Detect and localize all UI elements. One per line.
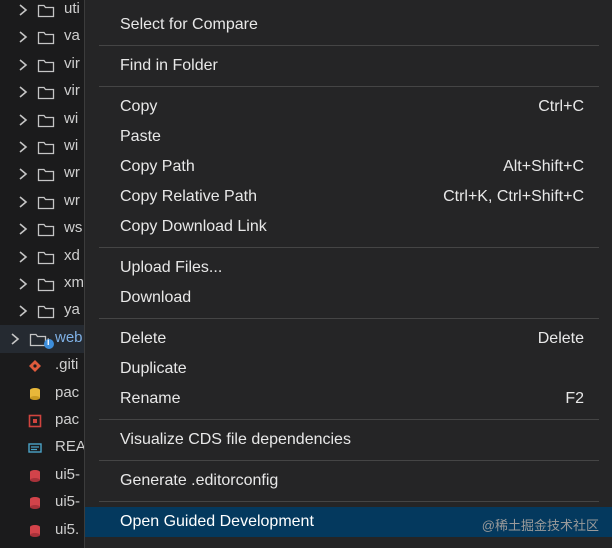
- menu-item-copy-download-link[interactable]: Copy Download Link: [85, 212, 612, 242]
- menu-item-delete[interactable]: Delete Delete: [85, 324, 612, 354]
- tree-item-label: pac: [55, 411, 80, 428]
- menu-item-shortcut: Alt+Shift+C: [503, 158, 584, 175]
- tree-item-label: ws: [64, 219, 83, 237]
- tree-item-label: ui5-: [55, 465, 81, 483]
- tree-item-label: xm: [64, 274, 84, 291]
- menu-separator: [99, 45, 599, 46]
- menu-separator: [99, 86, 599, 87]
- chevron-right-icon[interactable]: [16, 112, 30, 128]
- menu-item-download[interactable]: Download: [85, 283, 612, 313]
- menu-item-duplicate[interactable]: Duplicate: [85, 354, 612, 384]
- menu-item-label: Upload Files...: [120, 259, 223, 276]
- menu-item-label: Generate .editorconfig: [120, 472, 279, 489]
- tree-item-label: REA: [55, 438, 86, 456]
- database-file-icon: [28, 496, 42, 510]
- menu-item-generate-editorconfig[interactable]: Generate .editorconfig: [85, 466, 612, 496]
- menu-item-shortcut: Delete: [537, 330, 584, 347]
- menu-item-select-for-compare[interactable]: Select for Compare: [85, 10, 612, 40]
- menu-item-label: Delete: [120, 330, 167, 347]
- chevron-right-icon[interactable]: [16, 29, 30, 45]
- menu-item-open-guided-development[interactable]: Open Guided Development @稀土掘金技术社区: [85, 507, 612, 537]
- menu-separator: [99, 318, 599, 319]
- menu-item-label: Visualize CDS file dependencies: [120, 431, 351, 448]
- menu-separator: [99, 419, 599, 420]
- tree-item-label: va: [64, 27, 80, 45]
- menu-item-label: Copy Download Link: [120, 218, 267, 235]
- folder-icon: [37, 166, 55, 182]
- tree-item-label: ui5-: [55, 493, 81, 511]
- menu-item-label: Download: [120, 289, 192, 306]
- chevron-right-icon[interactable]: [16, 57, 30, 73]
- folder-icon: [37, 139, 55, 155]
- tree-item-label: wr: [64, 164, 80, 182]
- database-file-icon: [28, 524, 42, 538]
- tree-item-label: wi: [64, 109, 79, 127]
- folder-icon: [37, 57, 55, 73]
- folder-icon: [37, 84, 55, 100]
- menu-item-label: Paste: [120, 128, 161, 145]
- menu-item-paste[interactable]: Paste: [85, 122, 612, 152]
- menu-item-shortcut: Ctrl+K, Ctrl+Shift+C: [443, 188, 584, 205]
- chevron-right-icon[interactable]: [8, 331, 22, 347]
- chevron-right-icon[interactable]: [16, 166, 30, 182]
- database-file-icon: [28, 469, 42, 483]
- chevron-right-icon[interactable]: [16, 139, 30, 155]
- menu-item-label: Find in Folder: [120, 57, 218, 74]
- tree-item-label: uti: [64, 0, 80, 17]
- menu-item-copy[interactable]: Copy Ctrl+C: [85, 92, 612, 122]
- tree-item-label: pac: [55, 383, 80, 401]
- chevron-right-icon[interactable]: [16, 276, 30, 292]
- chevron-right-icon[interactable]: [16, 2, 30, 18]
- tree-item-label: .giti: [55, 356, 79, 374]
- menu-separator: [99, 501, 599, 502]
- folder-icon: [37, 221, 55, 237]
- folder-icon: [37, 249, 55, 265]
- tree-item-label: vir: [64, 82, 80, 100]
- chevron-right-icon[interactable]: [16, 221, 30, 237]
- menu-item-copy-path[interactable]: Copy Path Alt+Shift+C: [85, 152, 612, 182]
- tree-item-label: vir: [64, 54, 80, 72]
- readme-file-icon: [28, 441, 42, 455]
- database-file-icon: [28, 387, 42, 401]
- menu-item-rename[interactable]: Rename F2: [85, 384, 612, 414]
- folder-icon: [37, 303, 55, 319]
- folder-icon: [37, 29, 55, 45]
- git-file-icon: [28, 359, 42, 373]
- tree-item-label: web: [55, 328, 83, 346]
- tree-item-label: wr: [64, 191, 80, 209]
- menu-item-find-in-folder[interactable]: Find in Folder: [85, 51, 612, 81]
- chevron-right-icon[interactable]: [16, 303, 30, 319]
- context-menu: Select for Compare Find in Folder Copy Ctrl…: [84, 0, 612, 548]
- package-file-icon: [28, 414, 42, 428]
- menu-item-label: Copy: [120, 98, 158, 115]
- tree-item-label: wi: [64, 137, 79, 154]
- menu-separator: [99, 460, 599, 461]
- folder-icon: [37, 2, 55, 18]
- chevron-right-icon[interactable]: [16, 249, 30, 265]
- menu-item-label: Duplicate: [120, 360, 187, 377]
- folder-icon: [37, 194, 55, 210]
- menu-separator: [99, 247, 599, 248]
- menu-item-label: Open Guided Development: [120, 513, 314, 530]
- tree-item-label: xd: [64, 246, 80, 264]
- info-badge-icon: [44, 337, 54, 349]
- menu-item-label: Copy Path: [120, 158, 195, 175]
- chevron-right-icon[interactable]: [16, 84, 30, 100]
- folder-icon: [37, 112, 55, 128]
- menu-item-copy-relative-path[interactable]: Copy Relative Path Ctrl+K, Ctrl+Shift+C: [85, 182, 612, 212]
- menu-item-shortcut: F2: [565, 390, 584, 407]
- tree-item-label: ya: [64, 301, 80, 319]
- tree-item-label: ui5.: [55, 520, 80, 538]
- menu-item-upload-files[interactable]: Upload Files...: [85, 253, 612, 283]
- watermark-text: @稀土掘金技术社区: [481, 518, 599, 533]
- menu-item-label: Copy Relative Path: [120, 188, 257, 205]
- menu-item-visualize-cds-file-dependencies[interactable]: Visualize CDS file dependencies: [85, 425, 612, 455]
- folder-icon: [37, 276, 55, 292]
- menu-item-label: Select for Compare: [120, 16, 258, 33]
- menu-item-label: Rename: [120, 390, 181, 407]
- menu-item-shortcut: Ctrl+C: [538, 98, 584, 115]
- chevron-right-icon[interactable]: [16, 194, 30, 210]
